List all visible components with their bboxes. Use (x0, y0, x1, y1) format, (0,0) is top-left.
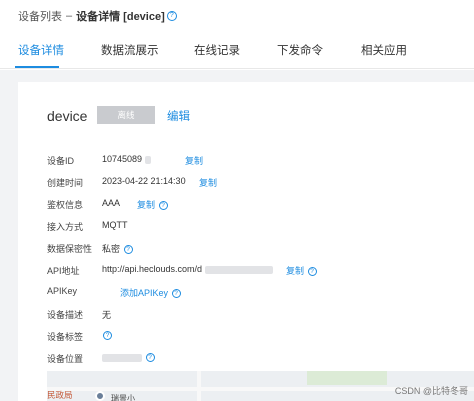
tab-bar: 设备详情 数据流展示 在线记录 下发命令 相关应用 (0, 38, 474, 68)
tab-send-command[interactable]: 下发命令 (277, 42, 323, 58)
created-time-value: 2023-04-22 21:14:30 (102, 176, 186, 186)
field-auth-info: 鉴权信息 AAA 复制 ? (47, 198, 247, 212)
breadcrumb-separator: – (66, 10, 73, 22)
field-label: API地址 (47, 266, 80, 276)
add-apikey-link[interactable]: 添加APIKey (120, 288, 168, 298)
map-poi-label: 民政局 (47, 390, 73, 400)
field-value: http://api.heclouds.com/d (102, 264, 273, 274)
tab-related-apps[interactable]: 相关应用 (361, 42, 407, 58)
copy-created-time-link[interactable]: 复制 (199, 176, 217, 189)
auth-info-value: AAA (102, 198, 121, 208)
copy-device-id-link[interactable]: 复制 (185, 154, 203, 167)
add-apikey: 添加APIKey ? (120, 286, 181, 299)
field-label: 鉴权信息 (47, 200, 84, 210)
copy-auth-info-link[interactable]: 复制 (137, 200, 155, 210)
field-label: APIKey (47, 286, 78, 296)
field-value: 私密 ? (102, 242, 133, 255)
breadcrumb-current: 设备详情 [device] (76, 11, 165, 23)
help-icon[interactable]: ? (166, 11, 177, 21)
device-id-value: 10745089 (102, 154, 143, 164)
field-label: 设备ID (47, 156, 75, 166)
breadcrumb: 设备列表 – 设备详情 [device] ? (18, 8, 177, 24)
help-icon[interactable]: ? (307, 267, 317, 276)
field-label: 设备标签 (47, 332, 84, 342)
tab-online-records[interactable]: 在线记录 (194, 42, 240, 58)
redacted-block (102, 353, 142, 362)
device-details-panel: device 离线 编辑 设备ID 10745089 复制 创建时间 2023-… (18, 82, 474, 401)
field-label: 数据保密性 (47, 244, 93, 254)
field-description: 设备描述 无 (47, 308, 247, 322)
copy-auth-info: 复制 ? (137, 198, 168, 211)
copy-api-address: 复制 ? (286, 264, 317, 277)
field-device-id: 设备ID 10745089 复制 (47, 154, 247, 168)
tab-device-details[interactable]: 设备详情 (18, 42, 64, 58)
tab-divider (0, 68, 474, 69)
field-access-method: 接入方式 MQTT (47, 220, 247, 234)
field-value: ? (102, 352, 155, 362)
field-label: 接入方式 (47, 222, 84, 232)
help-icon[interactable]: ? (103, 331, 112, 340)
description-value: 无 (102, 310, 112, 320)
redacted-block (204, 265, 273, 274)
help-icon[interactable]: ? (171, 289, 181, 298)
field-location: 设备位置 ? (47, 352, 247, 366)
tab-datastream[interactable]: 数据流展示 (101, 42, 159, 58)
map-road (197, 371, 201, 401)
field-value: 10745089 (102, 154, 151, 164)
field-created-time: 创建时间 2023-04-22 21:14:30 复制 (47, 176, 267, 190)
field-label: 创建时间 (47, 178, 84, 188)
help-icon[interactable]: ? (158, 201, 168, 210)
watermark: CSDN @比特冬哥 (394, 386, 468, 396)
data-privacy-value: 私密 (102, 244, 121, 254)
device-name: device (47, 108, 88, 124)
help-icon[interactable]: ? (145, 353, 155, 362)
map-park-area (307, 371, 387, 385)
field-data-privacy: 数据保密性 私密 ? (47, 242, 247, 256)
page-header: 设备列表 – 设备详情 [device] ? 设备详情 数据流展示 在线记录 下… (0, 0, 474, 70)
status-badge: 离线 (97, 106, 155, 124)
field-tags: 设备标签 ? (47, 330, 247, 344)
field-label: 设备位置 (47, 354, 84, 364)
access-method-value: MQTT (102, 220, 128, 230)
field-value: ? (102, 330, 112, 340)
help-icon[interactable]: ? (123, 245, 133, 254)
field-apikey: APIKey 添加APIKey ? (47, 286, 247, 300)
copy-api-address-link[interactable]: 复制 (286, 266, 304, 276)
redacted-block (144, 155, 151, 164)
field-api-address: API地址 http://api.heclouds.com/d 复制 ? (47, 264, 337, 278)
map-pin-icon (95, 391, 105, 401)
edit-link[interactable]: 编辑 (167, 108, 190, 124)
api-address-value: http://api.heclouds.com/d (102, 264, 203, 274)
map-poi-name: 瑞景小 (111, 394, 135, 401)
field-label: 设备描述 (47, 310, 84, 320)
breadcrumb-parent-link[interactable]: 设备列表 (18, 8, 62, 24)
